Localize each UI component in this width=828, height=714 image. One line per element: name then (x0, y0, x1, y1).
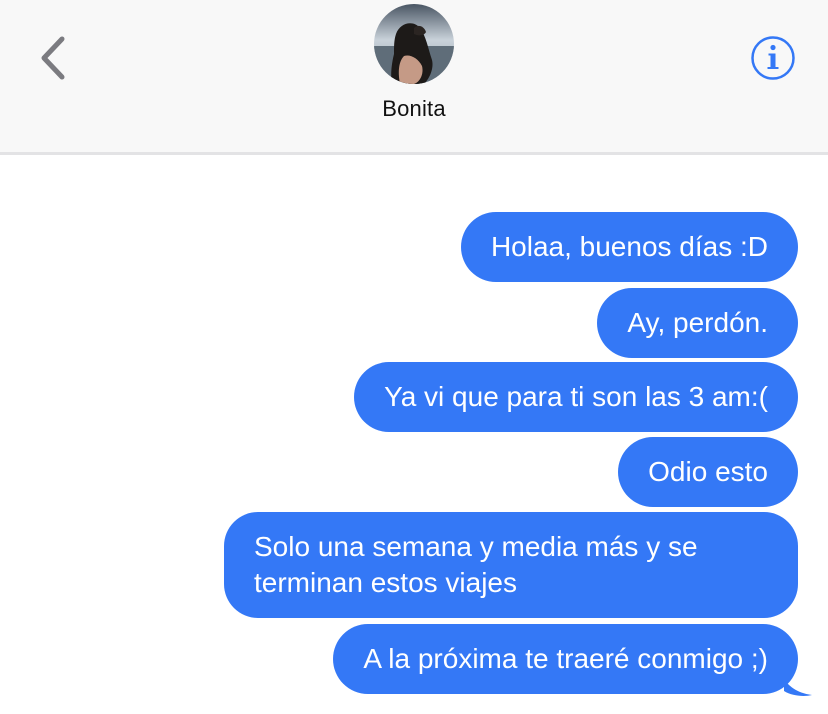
message-bubble[interactable]: Ay, perdón. (597, 288, 798, 358)
contact-name[interactable]: Bonita (0, 96, 828, 122)
message-bubble[interactable]: Holaa, buenos días :D (460, 212, 798, 282)
message-bubble[interactable]: Ya vi que para ti son las 3 am:( (354, 362, 798, 432)
message-bubble[interactable]: Solo una semana y media más y se termina… (224, 512, 798, 618)
bubble-tail (784, 679, 814, 697)
message-thread[interactable]: Holaa, buenos días :D Ay, perdón. Ya vi … (0, 155, 828, 714)
info-circle-icon (751, 36, 795, 80)
avatar[interactable] (374, 4, 454, 84)
message-bubble[interactable]: A la próxima te traeré conmigo ;) (333, 624, 798, 694)
back-button[interactable] (34, 34, 74, 82)
chevron-left-icon (41, 36, 65, 80)
conversation-header: Bonita (0, 0, 828, 155)
info-button[interactable] (750, 35, 796, 81)
message-bubble[interactable]: Odio esto (618, 437, 798, 507)
